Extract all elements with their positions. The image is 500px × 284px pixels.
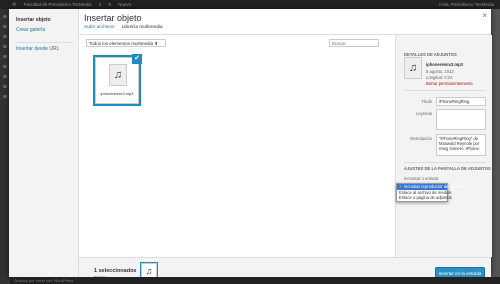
- title-label: Título: [421, 99, 432, 104]
- delete-permanently-link[interactable]: Borrar permanentemente: [426, 81, 473, 86]
- tab-media-library[interactable]: Librería multimedia: [122, 25, 163, 30]
- menu-icon[interactable]: [3, 35, 7, 38]
- media-toolbar-footer: 1 seleccionados Borrar ♫ Insertar en la …: [79, 257, 491, 280]
- modal-title: Insertar objeto: [84, 13, 142, 23]
- media-menu: Insertar objeto Crear galería Insertar d…: [9, 9, 79, 277]
- menu-item-create-gallery[interactable]: Crear galería: [16, 27, 45, 33]
- attachment-details-panel: DETALLES DE ADJUNTOS ♫ iphoneremix3.mp3 …: [395, 35, 492, 257]
- title-field[interactable]: iPhoneRingRing: [436, 97, 486, 106]
- selection-count: 1 seleccionados: [94, 268, 137, 274]
- tab-upload-files[interactable]: Subir archivos: [84, 25, 114, 30]
- menu-icon[interactable]: [3, 15, 7, 18]
- admin-bar: Ⓦ Facultad de Periodismo TecMedia 2 0 Nu…: [0, 0, 500, 9]
- comments-count[interactable]: 0: [109, 2, 112, 7]
- close-icon[interactable]: ×: [482, 11, 487, 21]
- details-length: Longitud: 0:24: [426, 75, 453, 80]
- attachment-item[interactable]: ♫ iphoneremix3.mp3 ✔: [95, 54, 142, 104]
- greeting-link[interactable]: Hola, Periodismo TecMedia: [439, 0, 494, 9]
- updates-count[interactable]: 2: [99, 2, 102, 7]
- menu-icon[interactable]: [3, 85, 7, 88]
- caption-label: Leyenda: [415, 111, 432, 116]
- new-content-link[interactable]: Nuevo: [118, 2, 131, 7]
- admin-bar-left: Ⓦ Facultad de Periodismo TecMedia 2 0 Nu…: [12, 0, 137, 9]
- dropdown-option-embed-player[interactable]: ✓ Incrustar reproductor de medios: [397, 184, 463, 190]
- audio-file-icon: ♫: [404, 57, 422, 79]
- details-date: 5 agosto, 2013: [426, 69, 454, 74]
- site-name-link[interactable]: Facultad de Periodismo TecMedia: [24, 2, 92, 7]
- menu-icon[interactable]: [3, 45, 7, 48]
- details-filename: iphoneremix3.mp3: [426, 62, 464, 67]
- menu-item-insert-from-url[interactable]: Insertar desde URL: [16, 46, 59, 52]
- menu-icon[interactable]: [3, 65, 7, 68]
- media-filter-select[interactable]: Todos los elementos multimedia ⬍: [86, 39, 166, 47]
- menu-icon[interactable]: [3, 95, 7, 98]
- menu-icon[interactable]: [3, 75, 7, 78]
- details-divider: [404, 90, 486, 91]
- menu-icon[interactable]: [3, 55, 7, 58]
- attachment-filename: iphoneremix3.mp3: [100, 91, 134, 96]
- admin-footer: Gracias por crear con WordPress.: [10, 277, 500, 284]
- caption-field[interactable]: [436, 109, 486, 130]
- description-label: Descripción: [410, 136, 432, 141]
- media-modal: × Insertar objeto Crear galería Insertar…: [9, 9, 492, 280]
- search-input[interactable]: [329, 39, 379, 47]
- menu-icon[interactable]: [3, 25, 7, 28]
- media-router: Subir archivos Librería multimedia: [84, 25, 169, 30]
- wordpress-logo-icon[interactable]: Ⓦ: [12, 2, 17, 7]
- embed-or-link-label: Incrustar o enlazar: [404, 176, 439, 181]
- description-field[interactable]: "iPhoneRingRing" de Maxwold Reynole por …: [436, 134, 486, 156]
- checkmark-icon[interactable]: ✔: [132, 54, 142, 64]
- menu-separator: [15, 42, 73, 43]
- display-settings-heading: AJUSTES DE LA PANTALLA DE ADJUNTOS: [404, 166, 491, 171]
- embed-or-link-dropdown[interactable]: ✓ Incrustar reproductor de medios Enlace…: [396, 183, 463, 202]
- audio-file-icon: ♫: [109, 64, 127, 86]
- settings-divider: [404, 162, 486, 163]
- dropdown-option-link-attachment-page[interactable]: Enlace a página de adjuntos: [397, 195, 452, 201]
- menu-item-insert-media[interactable]: Insertar objeto: [16, 17, 51, 23]
- footer-credit-text: Gracias por crear con WordPress.: [14, 278, 75, 283]
